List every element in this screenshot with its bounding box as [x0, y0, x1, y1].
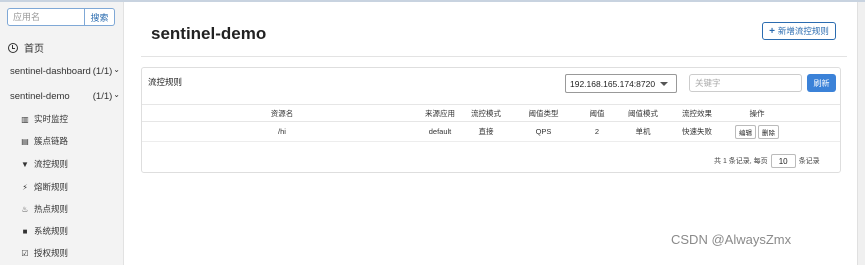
edit-button[interactable]: 编辑 — [735, 124, 756, 139]
divider — [141, 56, 847, 57]
app-item-sentinel-demo[interactable]: sentinel-demo (1/1) ⌄ — [10, 90, 120, 102]
menu-item-cluster-link[interactable]: ▤ 簇点链路 — [20, 135, 68, 147]
app-name: sentinel-demo — [10, 91, 70, 102]
filter-icon: ▼ — [21, 159, 29, 169]
pager-suffix: 条记录 — [798, 158, 820, 165]
cell-origin: default — [428, 127, 452, 136]
cell-grade: QPS — [535, 127, 552, 136]
nav-home[interactable]: 首页 — [8, 40, 44, 55]
delete-button[interactable]: 删除 — [758, 124, 779, 139]
cell-actions: 编辑 删除 — [729, 124, 785, 139]
nav-home-label: 首页 — [24, 44, 44, 55]
menu-item-label: 系统规则 — [34, 226, 69, 236]
table-header-row: 资源名 来源应用 流控模式 阈值类型 阈值 阈值模式 流控效果 操作 — [142, 104, 840, 122]
rules-table: 资源名 来源应用 流控模式 阈值类型 阈值 阈值模式 流控效果 操作 /hi d… — [142, 104, 840, 142]
menu-item-flow-rules[interactable]: ▼ 流控规则 — [20, 158, 68, 170]
chevron-down-icon: ⌄ — [113, 90, 120, 99]
sidebar: 搜索 首页 sentinel-dashboard (1/1) ⌄ sentine… — [0, 2, 124, 265]
menu-item-label: 熔断规则 — [34, 182, 69, 192]
header-resource: 资源名 — [270, 108, 294, 118]
header-count: 阈值 — [589, 108, 605, 118]
menu-item-label: 簇点链路 — [34, 136, 69, 146]
menu-item-hotspot-rules[interactable]: ♨ 热点规则 — [20, 203, 68, 215]
menu-item-degrade-rules[interactable]: ⚡ 熔断规则 — [20, 181, 68, 193]
bar-chart-icon: ▥ — [21, 114, 29, 124]
add-flow-rule-label: 新增流控规则 — [777, 26, 829, 36]
app-item-sentinel-dashboard[interactable]: sentinel-dashboard (1/1) ⌄ — [10, 65, 120, 77]
bolt-icon: ⚡ — [22, 182, 28, 192]
app-count: (1/1) — [92, 91, 113, 102]
add-flow-rule-button[interactable]: + 新增流控规则 — [762, 22, 836, 40]
flow-rules-panel: 流控规则 192.168.165.174:8720 刷新 资源名 来源应用 流控… — [141, 67, 841, 173]
header-cluster-mode: 阈值模式 — [628, 108, 658, 118]
cell-effect: 快速失败 — [682, 127, 712, 136]
machine-select-value: 192.168.165.174:8720 — [570, 78, 656, 89]
menu-item-label: 授权规则 — [34, 248, 69, 258]
caret-down-icon — [660, 82, 668, 86]
app-count: (1/1) — [92, 66, 113, 77]
header-mode: 流控模式 — [471, 108, 501, 118]
pager-prefix: 共 1 条记录, 每页 — [714, 158, 768, 165]
header-grade: 阈值类型 — [528, 108, 559, 118]
pagination: 共 1 条记录, 每页 10 条记录 — [714, 154, 820, 168]
menu-item-label: 流控规则 — [34, 159, 69, 169]
cell-mode: 直接 — [478, 127, 494, 136]
keyword-input[interactable] — [689, 74, 802, 92]
table-row: /hi default 直接 QPS 2 单机 快速失败 编辑 删除 — [142, 122, 840, 142]
lock-icon: ■ — [22, 226, 28, 236]
header-actions: 操作 — [749, 108, 765, 118]
vertical-scrollbar[interactable] — [857, 2, 865, 265]
refresh-button[interactable]: 刷新 — [807, 74, 836, 92]
page-size-input[interactable]: 10 — [770, 154, 796, 168]
header-effect: 流控效果 — [682, 108, 712, 118]
list-icon: ▤ — [21, 136, 29, 146]
header-origin: 来源应用 — [425, 108, 455, 118]
top-border — [0, 0, 865, 2]
cell-count: 2 — [594, 127, 600, 136]
app-search: 搜索 — [7, 8, 115, 26]
menu-item-system-rules[interactable]: ■ 系统规则 — [20, 225, 68, 237]
chevron-down-icon: ⌄ — [113, 65, 120, 74]
app-name: sentinel-dashboard — [10, 66, 91, 77]
check-square-icon: ☑ — [21, 248, 29, 258]
menu-item-realtime-monitor[interactable]: ▥ 实时监控 — [20, 113, 68, 125]
panel-title: 流控规则 — [148, 77, 183, 87]
home-clock-icon — [8, 42, 18, 53]
page-title: sentinel-demo — [151, 24, 267, 43]
menu-item-label: 实时监控 — [34, 114, 69, 124]
cell-cluster-mode: 单机 — [635, 127, 651, 136]
menu-item-authority-rules[interactable]: ☑ 授权规则 — [20, 247, 68, 259]
machine-select[interactable]: 192.168.165.174:8720 — [565, 74, 677, 93]
cell-resource: /hi — [278, 127, 286, 136]
app-search-input[interactable] — [7, 8, 85, 26]
watermark: CSDN @AlwaysZmx — [671, 232, 792, 247]
menu-item-label: 热点规则 — [34, 204, 69, 214]
plus-icon: + — [769, 25, 775, 37]
fire-icon: ♨ — [21, 204, 29, 214]
app-search-button[interactable]: 搜索 — [85, 8, 115, 26]
